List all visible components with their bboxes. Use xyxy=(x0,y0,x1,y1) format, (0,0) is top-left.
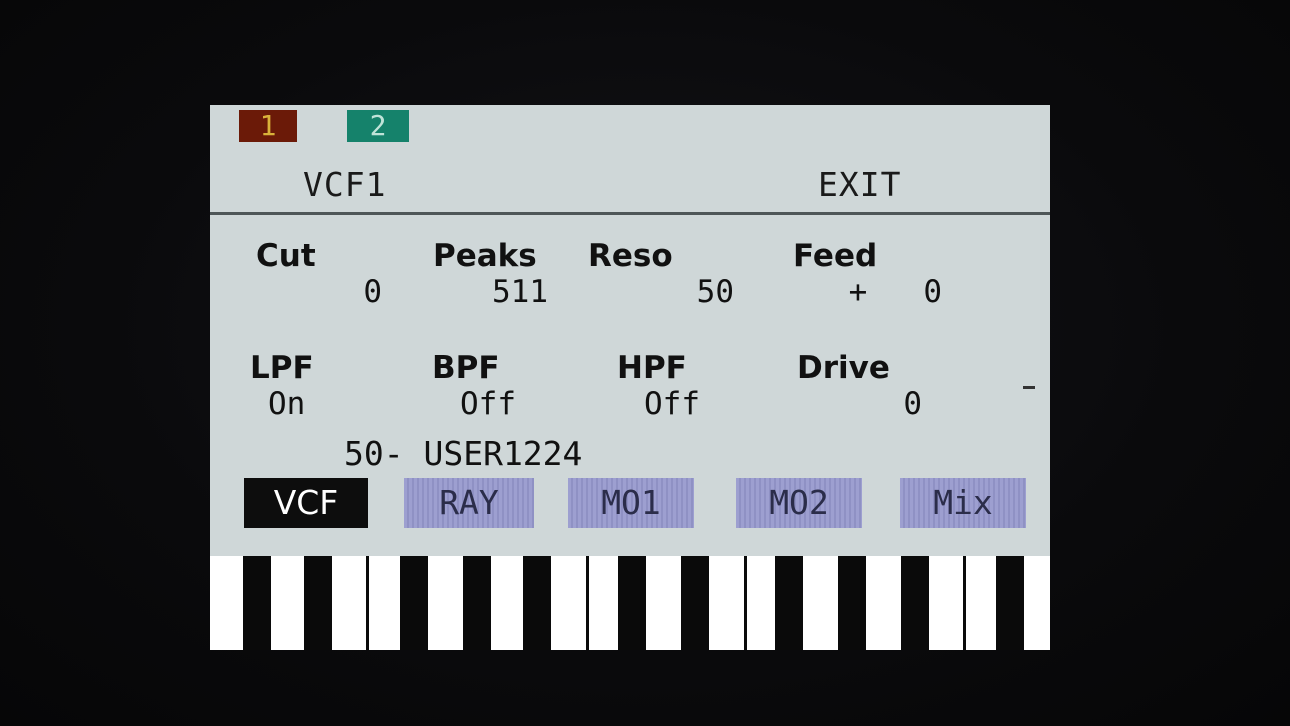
param-drive-value[interactable]: 0 xyxy=(870,386,922,422)
param-peaks-label: Peaks xyxy=(433,238,537,274)
channel-1-tab[interactable]: 1 xyxy=(239,110,297,142)
param-hpf-value[interactable]: Off xyxy=(644,386,744,422)
black-key[interactable] xyxy=(243,556,271,650)
black-key[interactable] xyxy=(523,556,551,650)
page-title: VCF1 xyxy=(303,165,387,204)
key-separator xyxy=(963,556,966,650)
param-cut-label: Cut xyxy=(256,238,316,274)
param-peaks-value[interactable]: 511 xyxy=(436,274,548,310)
tab-mix[interactable]: Mix xyxy=(900,478,1026,528)
tab-vcf[interactable]: VCF xyxy=(244,478,368,528)
key-separator xyxy=(744,556,747,650)
scroll-indicator xyxy=(1023,386,1035,389)
black-key[interactable] xyxy=(618,556,646,650)
header-divider xyxy=(210,212,1050,215)
param-cut-value[interactable]: 0 xyxy=(330,274,382,310)
black-key[interactable] xyxy=(400,556,428,650)
piano-keyboard[interactable] xyxy=(210,556,1050,650)
channel-2-tab[interactable]: 2 xyxy=(347,110,409,142)
key-separator xyxy=(366,556,369,650)
black-key[interactable] xyxy=(901,556,929,650)
black-key[interactable] xyxy=(775,556,803,650)
preset-name: 50- USER1224 xyxy=(344,434,583,473)
black-key[interactable] xyxy=(838,556,866,650)
param-hpf-label: HPF xyxy=(617,350,687,386)
param-reso-value[interactable]: 50 xyxy=(650,274,734,310)
exit-button[interactable]: EXIT xyxy=(818,165,901,204)
tab-mo2[interactable]: MO2 xyxy=(736,478,862,528)
key-separator xyxy=(586,556,589,650)
black-key[interactable] xyxy=(463,556,491,650)
param-drive-label: Drive xyxy=(797,350,890,386)
param-bpf-label: BPF xyxy=(432,350,500,386)
black-key[interactable] xyxy=(996,556,1024,650)
param-lpf-value[interactable]: On xyxy=(268,386,368,422)
tab-ray[interactable]: RAY xyxy=(404,478,534,528)
param-reso-label: Reso xyxy=(588,238,673,274)
param-feed-value[interactable]: + 0 xyxy=(830,274,942,310)
param-bpf-value[interactable]: Off xyxy=(460,386,560,422)
black-key[interactable] xyxy=(681,556,709,650)
tab-mo1[interactable]: MO1 xyxy=(568,478,694,528)
display-screen: 1 2 VCF1 EXIT Cut 0 Peaks 511 Reso 50 Fe… xyxy=(210,105,1050,650)
black-key[interactable] xyxy=(304,556,332,650)
param-feed-label: Feed xyxy=(793,238,878,274)
param-lpf-label: LPF xyxy=(250,350,314,386)
